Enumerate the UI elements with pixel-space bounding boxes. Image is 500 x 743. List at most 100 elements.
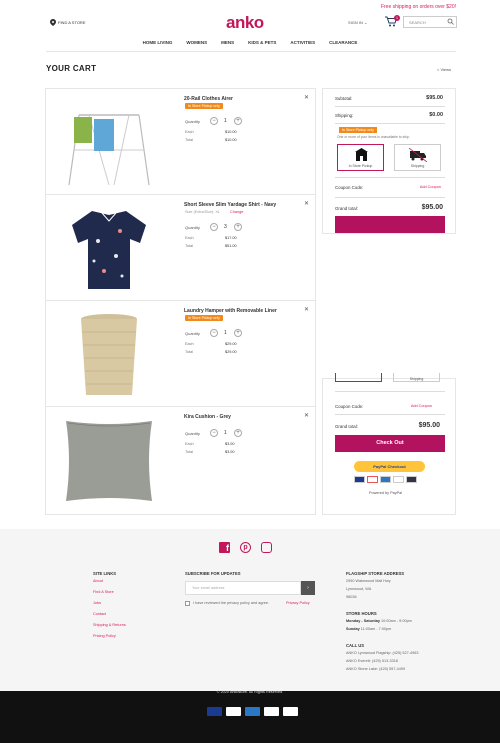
footer-link-about[interactable]: About: [93, 579, 103, 583]
pinterest-icon[interactable]: p: [240, 542, 251, 553]
views-link[interactable]: < Views: [437, 67, 451, 72]
copyright: © 2020 Ankostore. All Rights Reserved.: [216, 690, 284, 694]
footer-link-contact[interactable]: Contact: [93, 612, 106, 616]
quantity-label: Quantity: [185, 331, 200, 336]
option-shipping-label: Shipping: [409, 377, 424, 381]
option-pickup-label: In Store Pickup: [348, 164, 373, 168]
nav-clearance[interactable]: CLEARANCE: [329, 40, 357, 45]
signin-link[interactable]: SIGN IN ⌄: [348, 20, 367, 25]
checkout-button[interactable]: [335, 216, 445, 233]
quantity-value[interactable]: 1: [224, 118, 227, 124]
each-price: $10.00: [225, 130, 237, 134]
quantity-value[interactable]: 3: [224, 224, 227, 230]
close-icon[interactable]: ✕: [304, 200, 309, 207]
cart-items: 20-Rail Clothes Airer ✕ In Store Pickup …: [45, 88, 316, 515]
plus-icon[interactable]: +: [234, 117, 242, 125]
divider: [335, 177, 445, 178]
cart-item: 20-Rail Clothes Airer ✕ In Store Pickup …: [46, 89, 315, 195]
footer-bottom-bar: [0, 691, 500, 743]
shirt-image[interactable]: [54, 201, 164, 295]
divider: [335, 123, 445, 124]
item-name[interactable]: Laundry Hamper with Removable Liner: [184, 308, 277, 314]
each-label: Each: [185, 236, 194, 240]
each-price: $29.00: [225, 342, 237, 346]
item-name[interactable]: Short Sleeve Slim Yardage Shirt - Navy: [184, 202, 276, 208]
call-us-title: CALL US: [346, 643, 365, 648]
find-store-link[interactable]: FIND A STORE: [50, 19, 86, 26]
grand-total-label: Grand total:: [335, 206, 358, 211]
item-name[interactable]: 20-Rail Clothes Airer: [184, 96, 233, 102]
item-variant: Size (Extra/Size): XL: [185, 210, 221, 214]
each-label: Each: [185, 342, 194, 346]
total-label: Total: [185, 350, 194, 354]
instagram-icon[interactable]: [261, 542, 272, 553]
footer: [0, 529, 500, 691]
quantity-value[interactable]: 1: [224, 430, 227, 436]
footer-link-jobs[interactable]: Jobs: [93, 601, 101, 605]
nav-mens[interactable]: MENS: [221, 40, 234, 45]
minus-icon[interactable]: −: [210, 429, 218, 437]
phone-line[interactable]: ANKO Lynnwood Flagship: (425) 527-4963: [346, 651, 418, 655]
pickup-note: One or more of your items is unavailable…: [337, 135, 410, 139]
paypal-checkout-button[interactable]: PayPal Checkout: [354, 461, 425, 472]
main-nav: HOME LIVING WOMENS MENS KIDS & PETS ACTI…: [0, 40, 500, 45]
card-icon: [283, 707, 298, 716]
promo-banner: Free shipping on orders over $20!: [380, 4, 456, 10]
laundry-hamper-image[interactable]: [54, 307, 164, 401]
footer-link-find-store[interactable]: Find A Store: [93, 590, 114, 594]
divider: [335, 197, 445, 198]
pickup-badge: In Store Pickup only: [185, 315, 223, 321]
hours-day: Sunday: [346, 627, 360, 631]
nav-activities[interactable]: ACTIVITIES: [290, 40, 315, 45]
cart-count-badge: 1: [394, 15, 400, 21]
hours-time: 10:00am - 9:00pm: [381, 619, 412, 623]
add-coupon-link[interactable]: Add Coupon: [420, 185, 441, 189]
option-in-store-pickup[interactable]: [335, 373, 382, 382]
close-icon[interactable]: ✕: [304, 94, 309, 101]
add-coupon-link[interactable]: Add Coupon: [411, 404, 432, 408]
option-shipping[interactable]: Shipping: [394, 144, 441, 171]
plus-icon[interactable]: +: [234, 429, 242, 437]
footer-link-pricing-policy[interactable]: Pricing Policy: [93, 634, 116, 638]
minus-icon[interactable]: −: [210, 117, 218, 125]
subtotal-value: $95.00: [426, 95, 443, 101]
nav-home-living[interactable]: HOME LIVING: [143, 40, 173, 45]
logo[interactable]: anko: [226, 13, 264, 33]
option-shipping[interactable]: Shipping: [393, 373, 440, 382]
hours-row: Monday - Saturday 10:00am - 9:00pm: [346, 619, 412, 623]
address-line: 2950 Wakewood Mall Hwy: [346, 579, 391, 583]
phone-line[interactable]: ANKO Everett: (425) 513-3318: [346, 659, 398, 663]
subscribe-button[interactable]: ›: [301, 581, 315, 595]
nav-womens[interactable]: WOMENS: [186, 40, 207, 45]
grand-total-label: Grand total:: [335, 424, 358, 429]
social-links: f p: [219, 542, 272, 553]
item-name[interactable]: Kira Cushion - Grey: [184, 414, 231, 420]
facebook-icon[interactable]: f: [219, 542, 230, 553]
plus-icon[interactable]: +: [234, 223, 242, 231]
email-input[interactable]: Your email address: [185, 581, 301, 595]
privacy-agree-label: I have reviewed the privacy policy and a…: [193, 601, 269, 605]
minus-icon[interactable]: −: [210, 223, 218, 231]
amex-icon: [245, 707, 260, 716]
location-pin-icon: [50, 19, 56, 26]
privacy-checkbox[interactable]: [185, 601, 190, 606]
divider: [335, 391, 445, 392]
hours-day: Monday - Saturday: [346, 619, 380, 623]
checkout-button[interactable]: Check Out: [335, 435, 445, 452]
close-icon[interactable]: ✕: [304, 412, 309, 419]
change-variant-link[interactable]: Change: [230, 210, 243, 214]
clothes-airer-image[interactable]: [54, 95, 164, 189]
phone-line[interactable]: ANKO Stone Lake: (425) 557-4499: [346, 667, 405, 671]
plus-icon[interactable]: +: [234, 329, 242, 337]
option-in-store-pickup[interactable]: In Store Pickup: [337, 144, 384, 171]
quantity-value[interactable]: 1: [224, 330, 227, 336]
footer-link-shipping-returns[interactable]: Shipping & Returns: [93, 623, 126, 627]
minus-icon[interactable]: −: [210, 329, 218, 337]
cushion-image[interactable]: [54, 413, 164, 507]
nav-kids-pets[interactable]: KIDS & PETS: [248, 40, 276, 45]
close-icon[interactable]: ✕: [304, 306, 309, 313]
search-icon[interactable]: [447, 18, 454, 25]
privacy-policy-link[interactable]: Privacy Policy: [286, 601, 310, 605]
store-icon: [355, 148, 368, 161]
store-hours-title: STORE HOURS: [346, 611, 377, 616]
